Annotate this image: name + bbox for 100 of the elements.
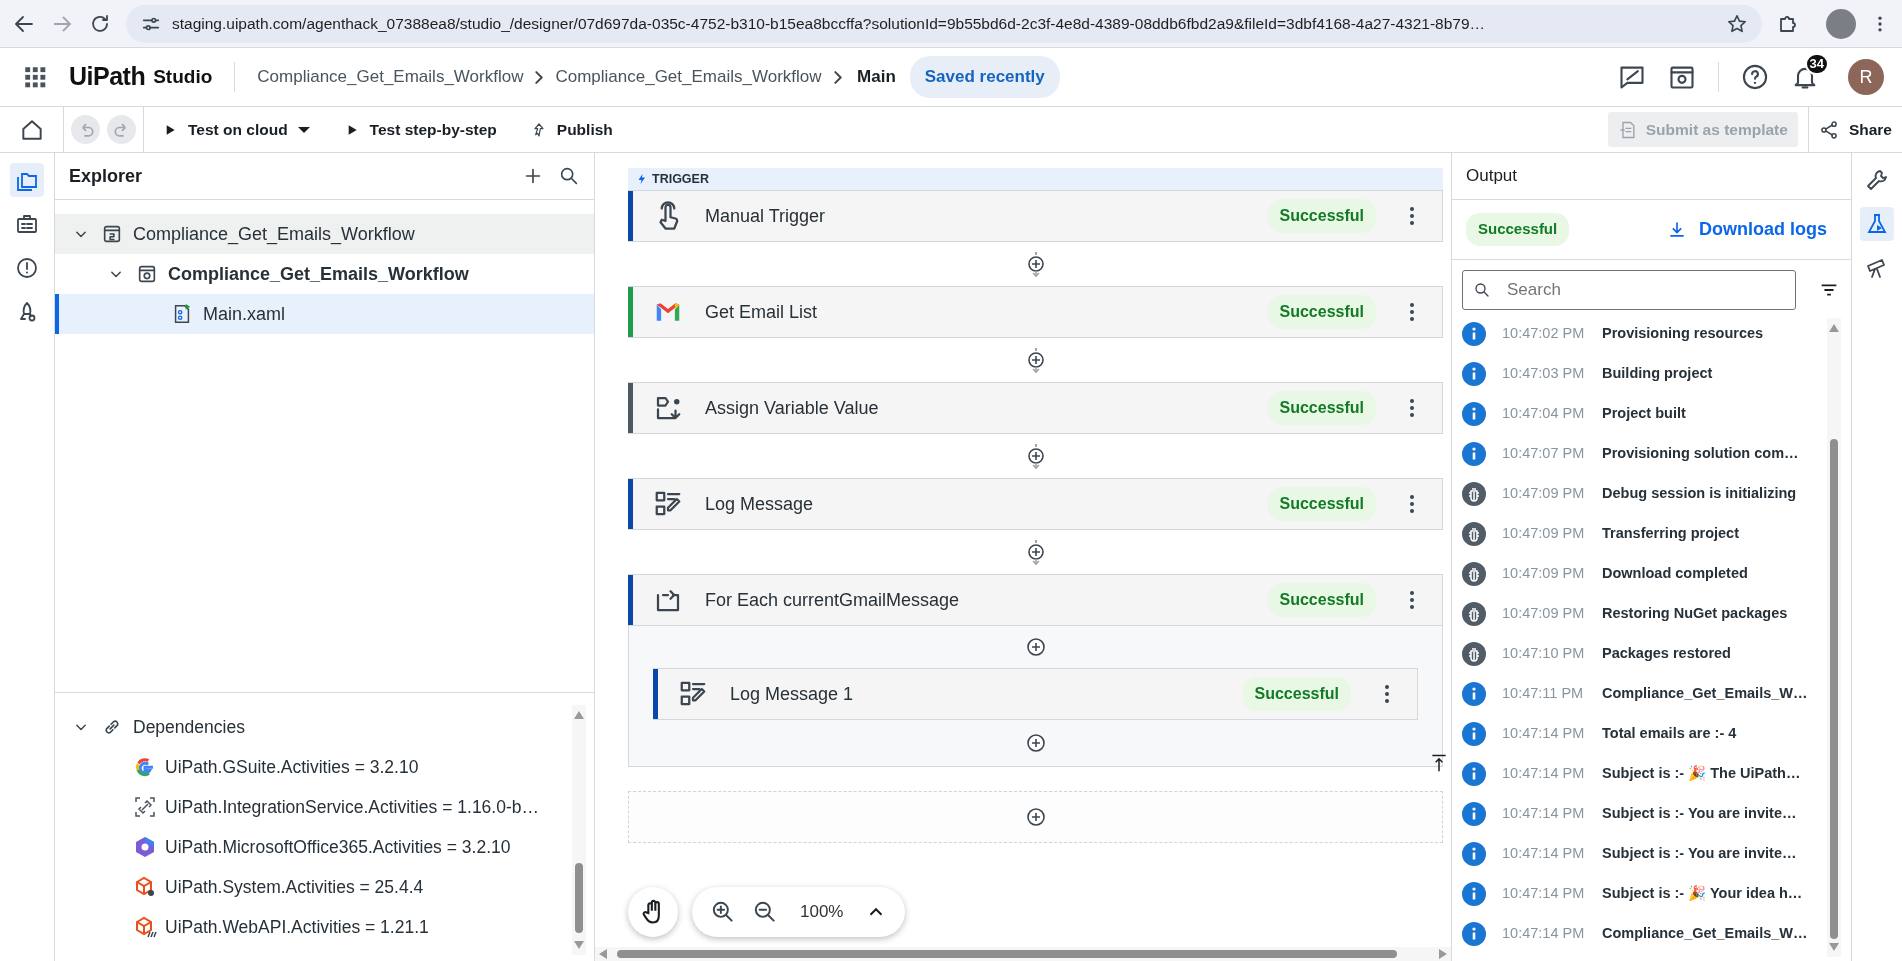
- zoom-level: 100%: [800, 901, 844, 924]
- log-message: Subject is :- You are invite…: [1602, 844, 1797, 864]
- log-time: 10:47:09 PM: [1502, 604, 1586, 624]
- scroll-up-icon[interactable]: [1829, 324, 1839, 332]
- scroll-right-icon[interactable]: [1439, 949, 1447, 959]
- flask-icon: [1865, 212, 1889, 236]
- scrollbar[interactable]: [1827, 318, 1841, 957]
- log-message: Building project: [1602, 364, 1713, 384]
- apps-grid-icon[interactable]: [22, 64, 48, 90]
- search-field[interactable]: Search: [1462, 270, 1796, 310]
- status-badge: Successful: [1242, 677, 1351, 711]
- activity-title: Get Email List: [705, 300, 819, 324]
- toolbar-button[interactable]: Test on cloud: [152, 111, 320, 148]
- briefcase-icon: [15, 212, 39, 236]
- activity-card[interactable]: Get Email List Successful: [628, 286, 1443, 338]
- scrollbar-thumb[interactable]: [1830, 439, 1838, 939]
- log-message: Compliance_Get_Emails_W…: [1602, 924, 1808, 944]
- activity-title: Log Message 1: [730, 682, 855, 706]
- scrollbar-thumb[interactable]: [575, 863, 583, 933]
- bug-icon: [1462, 522, 1486, 546]
- bug-icon: [1462, 602, 1486, 626]
- log-time: 10:47:04 PM: [1502, 404, 1586, 424]
- address-bar[interactable]: staging.uipath.com/agenthack_07388ea8/studio_/designer/07d697da-035c-4752-b310-b15ea8bccffa?solutionId=9b55bd6d-2c3f-4e8d-4389-08ddb6fbd2a9&fileId=3dbf4168-4a27-4321-8b79…: [126, 4, 1762, 43]
- bug-icon: [1462, 562, 1486, 586]
- dependency-item[interactable]: UiPath.WebAPI.Activities = 1.21.1: [55, 907, 572, 947]
- url-text: staging.uipath.com/agenthack_07388ea8/studio_/designer/07d697da-035c-4752-b310-b15ea8bccffa?solutionId=9b55bd6d-2c3f-4e8d-4389-08ddb6fbd2a9&fileId=3dbf4168-4a27-4321-8b79…: [172, 13, 1487, 34]
- share-button[interactable]: Share: [1808, 111, 1902, 148]
- zoom-in-icon[interactable]: [710, 899, 736, 925]
- log-time: 10:47:14 PM: [1502, 884, 1586, 904]
- log-time: 10:47:03 PM: [1502, 364, 1586, 384]
- log-message: Transferring project: [1602, 524, 1739, 544]
- log-message: Provisioning resources: [1602, 324, 1764, 344]
- log-time: 10:47:11 PM: [1502, 684, 1585, 704]
- breadcrumb-link[interactable]: Compliance_Get_Emails_Workflow: [555, 64, 822, 90]
- log-time: 10:47:09 PM: [1502, 564, 1586, 584]
- info-icon: [1462, 922, 1486, 946]
- star-icon[interactable]: [1726, 12, 1748, 35]
- tree-item[interactable]: Compliance_Get_Emails_Workflow: [55, 254, 594, 294]
- toolbar-button[interactable]: Publish: [520, 111, 623, 148]
- breadcrumb-current: Main: [857, 66, 896, 89]
- office-logo-icon: [133, 835, 157, 859]
- scroll-left-icon[interactable]: [599, 949, 607, 959]
- info-icon: [1462, 762, 1486, 786]
- log-message: Compliance_Get_Emails_W…: [1602, 684, 1808, 704]
- wrench-icon: [1865, 168, 1889, 192]
- help-icon[interactable]: [1741, 63, 1769, 91]
- integration-icon: [133, 795, 157, 819]
- profile-avatar[interactable]: [1826, 8, 1856, 39]
- activity-card[interactable]: For Each currentGmailMessage Successful: [628, 574, 1443, 626]
- toolbar-button[interactable]: Test step-by-step: [333, 111, 507, 148]
- user-avatar[interactable]: R: [1848, 59, 1884, 95]
- chevron-right-icon: [535, 70, 544, 84]
- info-icon: [1462, 842, 1486, 866]
- log-time: 10:47:07 PM: [1502, 444, 1586, 464]
- log-time: 10:47:14 PM: [1502, 724, 1586, 744]
- zoom-out-icon[interactable]: [752, 899, 778, 925]
- log-time: 10:47:10 PM: [1502, 644, 1586, 664]
- activity-card[interactable]: Log Message Successful: [628, 478, 1443, 530]
- activity-title: Log Message: [705, 492, 815, 516]
- panel-title: Output: [1466, 165, 1518, 188]
- dependency-item[interactable]: UiPath.MicrosoftOffice365.Activities = 3.2.10: [55, 827, 572, 867]
- scrollbar-thumb[interactable]: [617, 950, 1397, 958]
- scroll-down-icon[interactable]: [1829, 943, 1839, 951]
- log-message: Download completed: [1602, 564, 1748, 584]
- logo-text: UiPath: [69, 61, 146, 93]
- notification-count: 34: [1804, 53, 1829, 75]
- log-time: 10:47:02 PM: [1502, 324, 1586, 344]
- log-time: 10:47:14 PM: [1502, 924, 1586, 944]
- package-web-icon: [133, 915, 157, 939]
- project-icon: [136, 263, 158, 285]
- status-badge: Successful: [1267, 295, 1376, 329]
- activity-card[interactable]: Manual Trigger Successful: [628, 190, 1443, 242]
- scrollbar[interactable]: [572, 705, 586, 955]
- dependency-item[interactable]: UiPath.IntegrationService.Activities = 1.16.0-b…: [55, 787, 572, 827]
- info-icon: [1462, 402, 1486, 426]
- sidebar-button[interactable]: [1860, 207, 1894, 241]
- chevron-right-icon: [833, 70, 842, 84]
- scrollbar[interactable]: [595, 947, 1451, 961]
- dependencies-header[interactable]: Dependencies: [55, 707, 572, 747]
- dependency-item[interactable]: UiPath.GSuite.Activities = 3.2.10: [55, 747, 572, 787]
- activity-card[interactable]: Assign Variable Value Successful: [628, 382, 1443, 434]
- download-logs-link[interactable]: Download logs: [1667, 216, 1827, 243]
- scroll-up-icon[interactable]: [574, 711, 584, 719]
- tree-item[interactable]: Main.xaml: [55, 294, 594, 334]
- sidebar-button[interactable]: [10, 163, 44, 197]
- log-message: Provisioning solution com…: [1602, 444, 1799, 464]
- bug-icon: [1462, 642, 1486, 666]
- dependency-item[interactable]: UiPath.System.Activities = 25.4.4: [55, 867, 572, 907]
- status-badge: Successful: [1267, 391, 1376, 425]
- share-icon: [1818, 119, 1839, 140]
- search-icon[interactable]: [558, 165, 580, 187]
- status-badge: Successful: [1267, 199, 1376, 233]
- activity-card[interactable]: Log Message 1 Successful: [653, 668, 1418, 720]
- info-icon: [1462, 362, 1486, 386]
- log-message: Restoring NuGet packages: [1602, 604, 1788, 624]
- pan-button[interactable]: [628, 887, 678, 937]
- scroll-down-icon[interactable]: [574, 941, 584, 949]
- tree-item[interactable]: Compliance_Get_Emails_Workflow: [55, 214, 594, 254]
- save-status-button[interactable]: Saved recently: [909, 56, 1060, 98]
- breadcrumb-link[interactable]: Compliance_Get_Emails_Workflow: [257, 64, 524, 90]
